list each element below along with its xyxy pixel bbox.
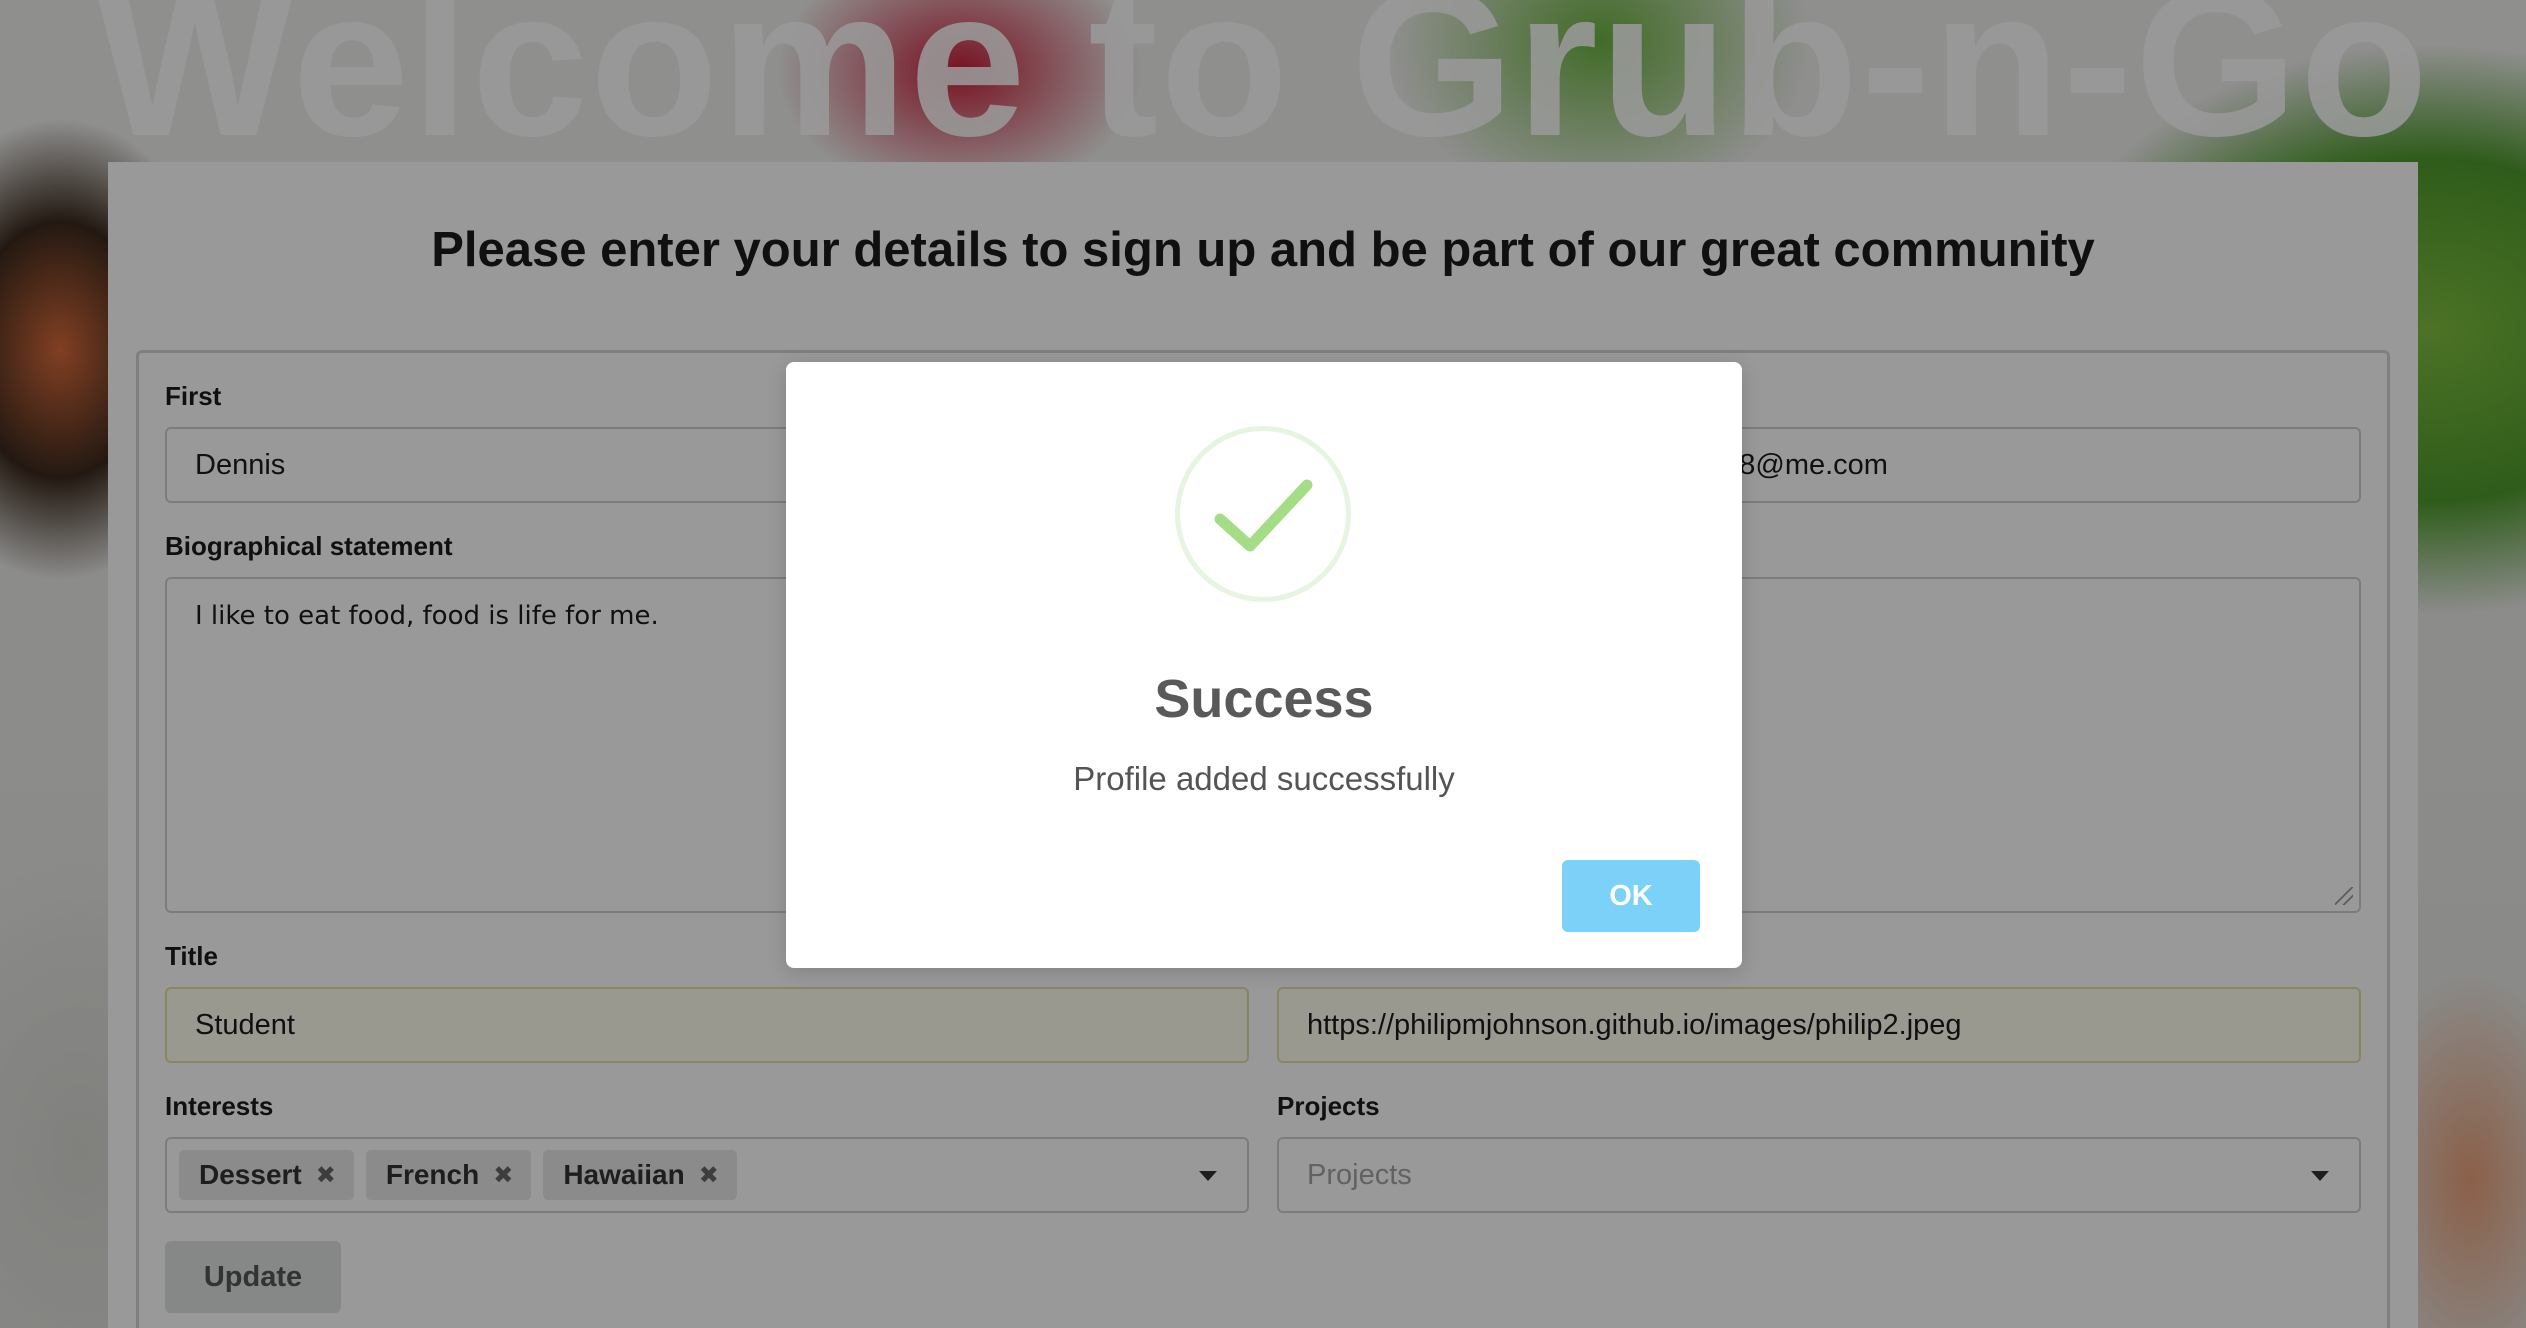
success-dialog: Success Profile added successfully OK <box>786 362 1742 968</box>
checkmark-icon <box>1214 479 1313 552</box>
dialog-message: Profile added successfully <box>1073 760 1455 797</box>
success-icon-ring <box>1175 426 1351 602</box>
ok-button[interactable]: OK <box>1562 860 1700 932</box>
dialog-title: Success <box>1154 669 1374 729</box>
